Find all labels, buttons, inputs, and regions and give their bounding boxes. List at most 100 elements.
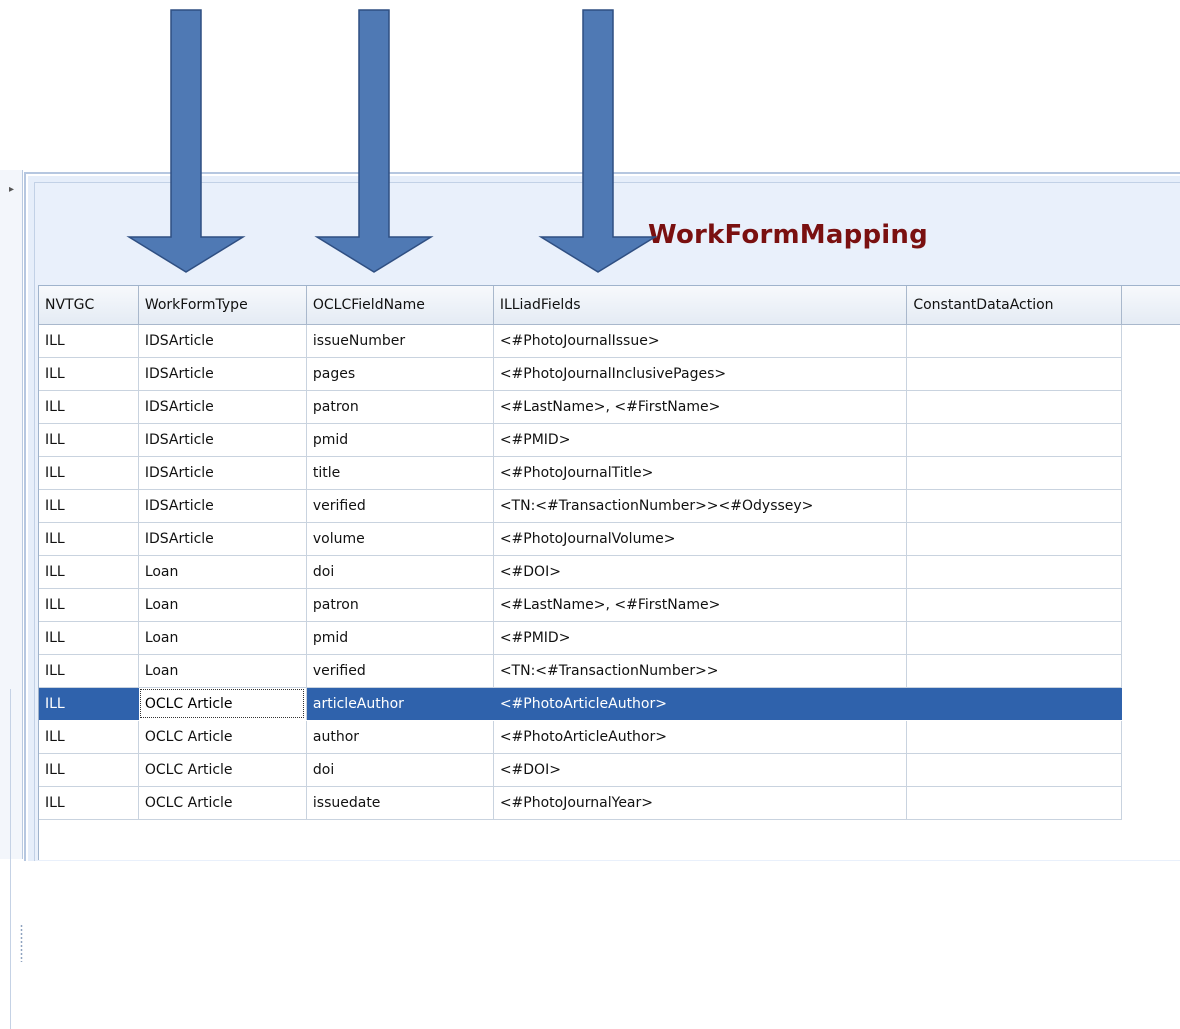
cell-workformtype[interactable]: OCLC Article [138, 720, 307, 754]
cell-workformtype[interactable]: Loan [138, 654, 307, 688]
resize-grip[interactable] [20, 924, 23, 962]
table-row[interactable]: ILL IDSArticle volume <#PhotoJournalVolume> [39, 522, 1180, 556]
cell-workformtype[interactable]: IDSArticle [138, 357, 307, 391]
cell-constantdataaction[interactable] [906, 687, 1123, 721]
column-header-illiadfields[interactable]: ILLiadFields [493, 286, 908, 325]
cell-constantdataaction[interactable] [906, 456, 1123, 490]
cell-illiadfields[interactable]: <#PMID> [493, 621, 908, 655]
cell-constantdataaction[interactable] [906, 489, 1123, 523]
cell-illiadfields[interactable]: <#PhotoJournalVolume> [493, 522, 908, 556]
cell-workformtype[interactable]: IDSArticle [138, 423, 307, 457]
cell-nvtgc[interactable]: ILL [39, 687, 139, 721]
cell-oclcfieldname[interactable]: author [306, 720, 494, 754]
cell-nvtgc[interactable]: ILL [39, 522, 139, 556]
table-row[interactable]: ILL Loan doi <#DOI> [39, 555, 1180, 589]
cell-oclcfieldname[interactable]: pmid [306, 423, 494, 457]
cell-workformtype[interactable]: Loan [138, 555, 307, 589]
cell-nvtgc[interactable]: ILL [39, 654, 139, 688]
cell-oclcfieldname[interactable]: volume [306, 522, 494, 556]
cell-constantdataaction[interactable] [906, 654, 1123, 688]
cell-illiadfields[interactable]: <#PhotoArticleAuthor> [493, 687, 908, 721]
cell-illiadfields[interactable]: <TN:<#TransactionNumber>><#Odyssey> [493, 489, 908, 523]
cell-nvtgc[interactable]: ILL [39, 555, 139, 589]
cell-oclcfieldname[interactable]: pages [306, 357, 494, 391]
cell-illiadfields[interactable]: <TN:<#TransactionNumber>> [493, 654, 908, 688]
cell-illiadfields[interactable]: <#DOI> [493, 753, 908, 787]
cell-constantdataaction[interactable] [906, 621, 1123, 655]
cell-constantdataaction[interactable] [906, 390, 1123, 424]
table-row[interactable]: ILL Loan pmid <#PMID> [39, 621, 1180, 655]
cell-nvtgc[interactable]: ILL [39, 423, 139, 457]
cell-illiadfields[interactable]: <#PhotoJournalTitle> [493, 456, 908, 490]
cell-constantdataaction[interactable] [906, 753, 1123, 787]
cell-oclcfieldname[interactable]: articleAuthor [306, 687, 494, 721]
cell-oclcfieldname[interactable]: doi [306, 555, 494, 589]
cell-nvtgc[interactable]: ILL [39, 489, 139, 523]
cell-nvtgc[interactable]: ILL [39, 324, 139, 358]
cell-illiadfields[interactable]: <#PhotoJournalIssue> [493, 324, 908, 358]
cell-nvtgc[interactable]: ILL [39, 753, 139, 787]
cell-nvtgc[interactable]: ILL [39, 357, 139, 391]
cell-workformtype[interactable]: IDSArticle [138, 456, 307, 490]
cell-illiadfields[interactable]: <#PMID> [493, 423, 908, 457]
cell-constantdataaction[interactable] [906, 423, 1123, 457]
column-header-nvtgc[interactable]: NVTGC [39, 286, 139, 325]
cell-oclcfieldname[interactable]: issueNumber [306, 324, 494, 358]
table-row[interactable]: ILL IDSArticle verified <TN:<#TransactionNu… [39, 489, 1180, 523]
cell-illiadfields[interactable]: <#DOI> [493, 555, 908, 589]
cell-oclcfieldname[interactable]: verified [306, 489, 494, 523]
table-row[interactable]: ILL IDSArticle issueNumber <#PhotoJournalIs… [39, 324, 1180, 358]
cell-oclcfieldname[interactable]: patron [306, 588, 494, 622]
cell-constantdataaction[interactable] [906, 324, 1123, 358]
column-header-workformtype[interactable]: WorkFormType [138, 286, 307, 325]
table-row[interactable]: ILL OCLC Article issuedate <#PhotoJournalYe… [39, 786, 1180, 820]
cell-nvtgc[interactable]: ILL [39, 390, 139, 424]
cell-workformtype[interactable]: OCLC Article [138, 753, 307, 787]
cell-constantdataaction[interactable] [906, 555, 1123, 589]
cell-nvtgc[interactable]: ILL [39, 588, 139, 622]
table-row[interactable]: ILL OCLC Article author <#PhotoArticleAutho… [39, 720, 1180, 754]
cell-illiadfields[interactable]: <#LastName>, <#FirstName> [493, 390, 908, 424]
cell-oclcfieldname[interactable]: pmid [306, 621, 494, 655]
cell-illiadfields[interactable]: <#LastName>, <#FirstName> [493, 588, 908, 622]
cell-workformtype[interactable]: Loan [138, 621, 307, 655]
cell-oclcfieldname[interactable]: title [306, 456, 494, 490]
cell-nvtgc[interactable]: ILL [39, 786, 139, 820]
cell-illiadfields[interactable]: <#PhotoJournalInclusivePages> [493, 357, 908, 391]
cell-workformtype[interactable]: OCLC Article [138, 687, 307, 721]
table-row[interactable]: ILL Loan patron <#LastName>, <#FirstName> [39, 588, 1180, 622]
cell-workformtype[interactable]: IDSArticle [138, 390, 307, 424]
table-row[interactable]: ILL Loan verified <TN:<#TransactionNumber>> [39, 654, 1180, 688]
cell-constantdataaction[interactable] [906, 786, 1123, 820]
cell-workformtype[interactable]: Loan [138, 588, 307, 622]
cell-illiadfields[interactable]: <#PhotoJournalYear> [493, 786, 908, 820]
column-header-constantdataaction[interactable]: ConstantDataAction [906, 286, 1123, 325]
table-row[interactable]: ILL IDSArticle pmid <#PMID> [39, 423, 1180, 457]
cell-nvtgc[interactable]: ILL [39, 456, 139, 490]
cell-nvtgc[interactable]: ILL [39, 720, 139, 754]
mapping-table: NVTGC WorkFormType OCLCFieldName ILLiadFiel… [39, 286, 1180, 820]
table-row[interactable]: ILL IDSArticle patron <#LastName>, <#FirstN… [39, 390, 1180, 424]
table-row[interactable]: ILL IDSArticle pages <#PhotoJournalInclusiv… [39, 357, 1180, 391]
table-row[interactable]: ILL OCLC Article articleAuthor <#PhotoArtic… [39, 687, 1180, 721]
cell-oclcfieldname[interactable]: doi [306, 753, 494, 787]
cell-workformtype[interactable]: IDSArticle [138, 324, 307, 358]
cell-constantdataaction[interactable] [906, 522, 1123, 556]
cell-workformtype[interactable]: OCLC Article [138, 786, 307, 820]
column-header-oclcfieldname[interactable]: OCLCFieldName [306, 286, 494, 325]
cell-constantdataaction[interactable] [906, 588, 1123, 622]
mapping-grid[interactable]: NVTGC WorkFormType OCLCFieldName ILLiadFiel… [38, 285, 1180, 860]
table-row[interactable]: ILL OCLC Article doi <#DOI> [39, 753, 1180, 787]
cell-oclcfieldname[interactable]: patron [306, 390, 494, 424]
row-filler [1121, 555, 1180, 588]
cell-oclcfieldname[interactable]: verified [306, 654, 494, 688]
splitter[interactable] [0, 689, 11, 1029]
table-row[interactable]: ILL IDSArticle title <#PhotoJournalTitle> [39, 456, 1180, 490]
cell-constantdataaction[interactable] [906, 357, 1123, 391]
cell-illiadfields[interactable]: <#PhotoArticleAuthor> [493, 720, 908, 754]
cell-workformtype[interactable]: IDSArticle [138, 522, 307, 556]
cell-constantdataaction[interactable] [906, 720, 1123, 754]
cell-oclcfieldname[interactable]: issuedate [306, 786, 494, 820]
cell-nvtgc[interactable]: ILL [39, 621, 139, 655]
cell-workformtype[interactable]: IDSArticle [138, 489, 307, 523]
